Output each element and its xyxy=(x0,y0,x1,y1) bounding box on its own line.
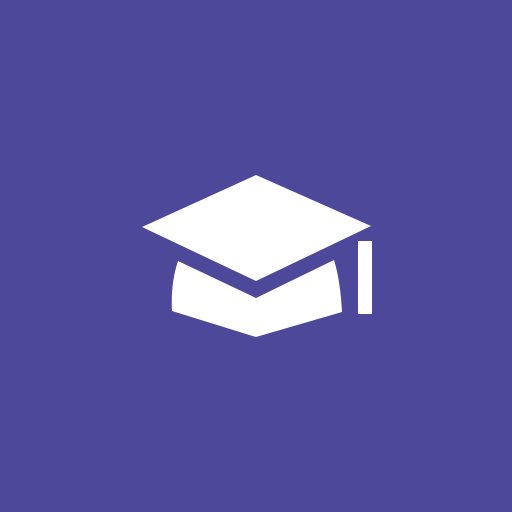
app-icon-tile[interactable] xyxy=(0,0,512,512)
graduation-cap-icon xyxy=(0,0,512,512)
